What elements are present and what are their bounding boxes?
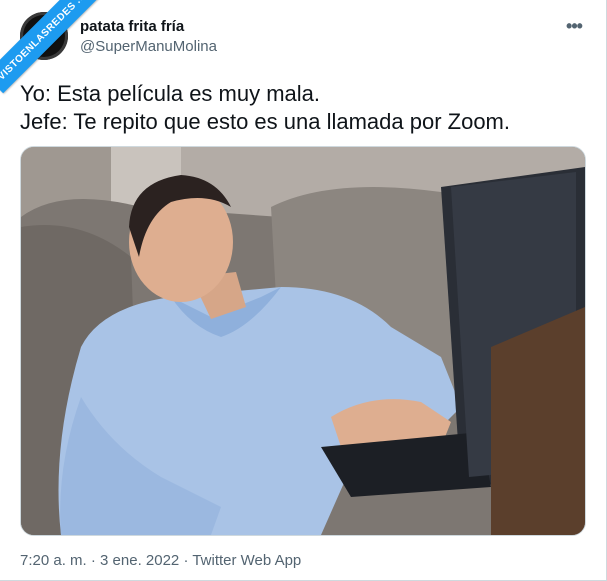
tweet-timestamp[interactable]: 7:20 a. m. · 3 ene. 2022 · Twitter Web A… — [20, 552, 301, 569]
display-name[interactable]: patata frita fría — [80, 18, 184, 35]
tweet-text-line: Yo: Esta película es muy mala. — [20, 81, 321, 106]
tweet-text-line: Jefe: Te repito que esto es una llamada … — [20, 109, 510, 134]
more-options-icon[interactable]: ••• — [562, 14, 586, 38]
tweet-text: Yo: Esta película es muy mala. Jefe: Te … — [20, 80, 590, 136]
tweet-card[interactable]: patata frita fría @SuperManuMolina ••• Y… — [0, 0, 607, 581]
photo-man-on-couch-with-laptop — [21, 147, 585, 535]
tweet-photo[interactable] — [20, 146, 586, 536]
user-handle[interactable]: @SuperManuMolina — [80, 38, 217, 55]
